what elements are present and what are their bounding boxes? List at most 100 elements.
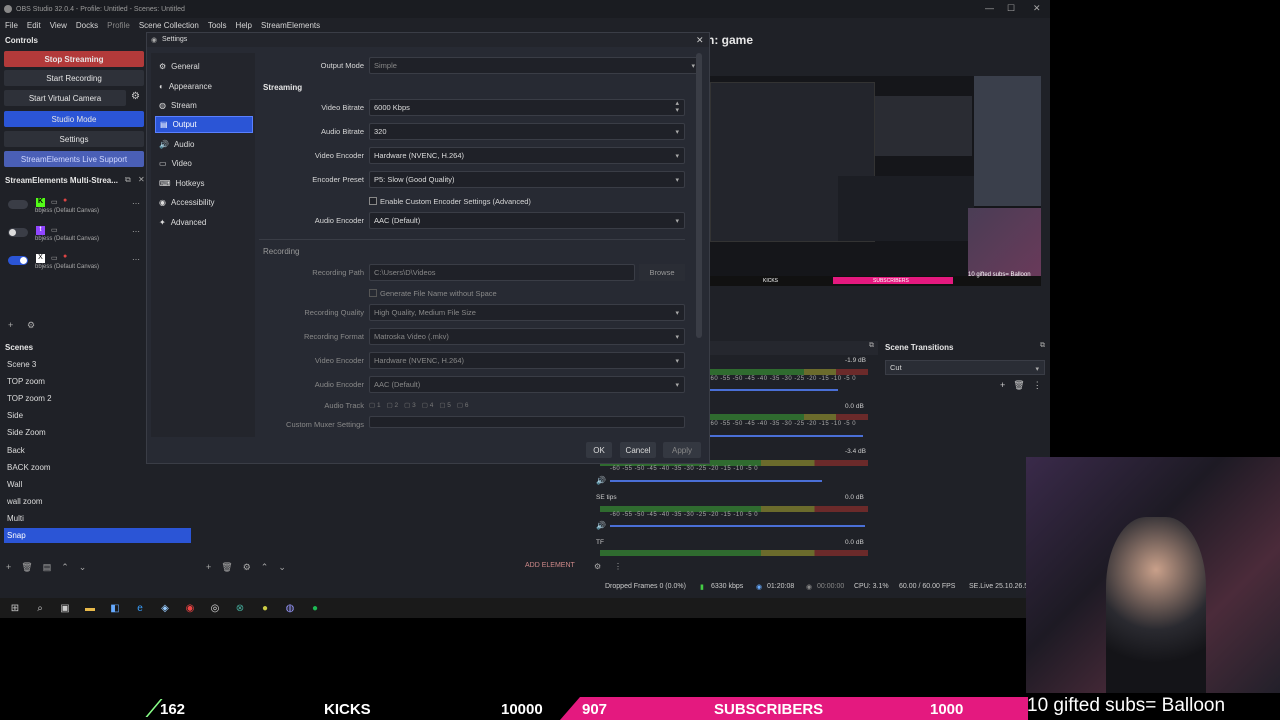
nav-appearance[interactable]: ◐ Appearance (155, 78, 253, 95)
custom-muxer-input[interactable] (369, 416, 685, 428)
rec-video-encoder-select[interactable]: Hardware (NVENC, H.264) ▾ (369, 352, 685, 369)
scene-item[interactable]: Multi (4, 511, 191, 526)
more-icon[interactable]: ⋯ (132, 227, 140, 236)
nav-output[interactable]: ▤ Output (155, 116, 253, 133)
spotify-icon[interactable]: ● (308, 601, 322, 615)
move-up-icon[interactable]: ⌃ (261, 562, 269, 573)
menu-scene-collection[interactable]: Scene Collection (139, 21, 199, 30)
move-down-icon[interactable]: ⌄ (278, 562, 286, 573)
nav-general[interactable]: ⚙ General (155, 58, 253, 75)
video-bitrate-input[interactable]: 6000 Kbps ▴ ▾ (369, 99, 685, 116)
start-virtual-camera-button[interactable]: Start Virtual Camera (4, 90, 126, 106)
audio-track-checkbox[interactable]: ▢ 1 (369, 401, 381, 409)
nav-audio[interactable]: 🔊 Audio (155, 136, 253, 153)
gear-icon[interactable]: ⚙ (27, 320, 35, 331)
add-icon[interactable]: + (6, 562, 11, 573)
move-up-icon[interactable]: ⌃ (61, 562, 69, 573)
audio-track-checkbox[interactable]: ▢ 4 (422, 401, 434, 409)
scene-item[interactable]: Wall (4, 477, 191, 492)
menu-view[interactable]: View (50, 21, 67, 30)
nav-advanced[interactable]: ✦ Advanced (155, 214, 253, 231)
audio-track-checkbox[interactable]: ▢ 5 (439, 401, 451, 409)
volume-slider[interactable] (610, 480, 822, 482)
task-view-icon[interactable]: ▣ (58, 601, 72, 615)
trash-icon[interactable]: 🗑 (1013, 380, 1024, 391)
stream-preview[interactable]: KICKS SUBSCRIBERS 10 gifted subs= Balloo… (708, 76, 1041, 286)
volume-slider[interactable] (708, 389, 838, 391)
discord-icon[interactable]: ◍ (283, 601, 297, 615)
menu-edit[interactable]: Edit (27, 21, 41, 30)
steam-icon[interactable]: ◈ (158, 601, 172, 615)
obs-icon[interactable]: ◎ (208, 601, 222, 615)
nav-accessibility[interactable]: ◉ Accessibility (155, 194, 253, 211)
toggle-switch[interactable] (8, 228, 28, 237)
scene-item[interactable]: wall zoom (4, 494, 191, 509)
edge-icon[interactable]: e (133, 601, 147, 615)
nav-hotkeys[interactable]: ⌨ Hotkeys (155, 175, 253, 192)
mixer-menu-icon[interactable]: ⋮ (614, 562, 622, 571)
dock-float-icon[interactable]: ⧉ (1040, 342, 1045, 350)
speaker-icon[interactable]: 🔊 (596, 521, 606, 530)
start-recording-button[interactable]: Start Recording (4, 70, 144, 86)
rec-quality-select[interactable]: High Quality, Medium File Size ▾ (369, 304, 685, 321)
mixer-gear-icon[interactable]: ⚙ (594, 562, 601, 571)
add-icon[interactable]: + (206, 562, 211, 573)
spinner-icon[interactable]: ▴ ▾ (675, 100, 679, 114)
output-mode-select[interactable]: Simple ▾ (369, 57, 701, 74)
dock-float-icon[interactable]: ⧉ (869, 342, 874, 350)
menu-help[interactable]: Help (236, 21, 252, 30)
file-explorer-icon[interactable]: ▬ (83, 601, 97, 615)
menu-streamelements[interactable]: StreamElements (261, 21, 320, 30)
volume-slider[interactable] (610, 525, 865, 527)
rec-format-select[interactable]: Matroska Video (.mkv) ▾ (369, 328, 685, 345)
settings-button[interactable]: Settings (4, 131, 144, 147)
browse-button[interactable]: Browse (639, 264, 685, 281)
stop-streaming-button[interactable]: Stop Streaming (4, 51, 144, 67)
ok-button[interactable]: OK (586, 442, 612, 458)
menu-tools[interactable]: Tools (208, 21, 227, 30)
dialog-close-icon[interactable]: ✕ (696, 35, 704, 46)
chrome-icon[interactable]: ◉ (183, 601, 197, 615)
search-icon[interactable]: ⌕ (33, 601, 47, 615)
trash-icon[interactable]: 🗑 (21, 562, 32, 573)
close-icon[interactable]: ✕ (1033, 3, 1041, 14)
minimize-icon[interactable]: — (985, 3, 994, 13)
volume-slider[interactable] (708, 435, 863, 437)
video-encoder-select[interactable]: Hardware (NVENC, H.264) ▾ (369, 147, 685, 164)
virtual-camera-gear-icon[interactable]: ⚙ (131, 91, 140, 102)
windows-start-icon[interactable]: ⊞ (8, 601, 22, 615)
more-icon[interactable]: ⋯ (132, 199, 140, 208)
audio-track-checkbox[interactable]: ▢ 3 (404, 401, 416, 409)
more-icon[interactable]: ⋮ (1033, 380, 1042, 391)
add-icon[interactable]: + (1000, 380, 1005, 391)
menu-profile[interactable]: Profile (107, 21, 130, 30)
se-live-support-button[interactable]: StreamElements Live Support (4, 151, 144, 167)
studio-mode-button[interactable]: Studio Mode (4, 111, 144, 127)
transition-select[interactable]: Cut ▾ (885, 360, 1045, 375)
audio-bitrate-select[interactable]: 320 ▾ (369, 123, 685, 140)
move-down-icon[interactable]: ⌄ (79, 562, 87, 573)
audio-track-checkbox[interactable]: ▢ 6 (457, 401, 469, 409)
speaker-icon[interactable]: 🔊 (596, 476, 606, 485)
menu-docks[interactable]: Docks (76, 21, 98, 30)
cancel-button[interactable]: Cancel (620, 442, 656, 458)
scene-item-selected[interactable]: Snap (4, 528, 191, 543)
apply-button[interactable]: Apply (663, 442, 701, 458)
add-icon[interactable]: + (8, 320, 13, 330)
gen-filename-checkbox[interactable] (369, 289, 377, 297)
maximize-icon[interactable]: ☐ (1007, 3, 1015, 14)
toggle-switch[interactable] (8, 200, 28, 209)
dock-close-icon[interactable]: ✕ (138, 175, 145, 184)
toggle-switch[interactable] (8, 256, 28, 265)
app-icon[interactable]: ● (258, 601, 272, 615)
custom-encoder-checkbox[interactable] (369, 197, 377, 205)
audio-encoder-select[interactable]: AAC (Default) ▾ (369, 212, 685, 229)
filter-icon[interactable]: ▤ (43, 562, 52, 573)
rec-audio-encoder-select[interactable]: AAC (Default) ▾ (369, 376, 685, 393)
nav-stream[interactable]: ◍ Stream (155, 97, 253, 114)
nav-video[interactable]: ▭ Video (155, 155, 253, 172)
menu-file[interactable]: File (5, 21, 18, 30)
audio-track-checkbox[interactable]: ▢ 2 (387, 401, 399, 409)
dock-float-icon[interactable]: ⧉ (125, 175, 131, 185)
gear-icon[interactable]: ⚙ (243, 562, 251, 573)
